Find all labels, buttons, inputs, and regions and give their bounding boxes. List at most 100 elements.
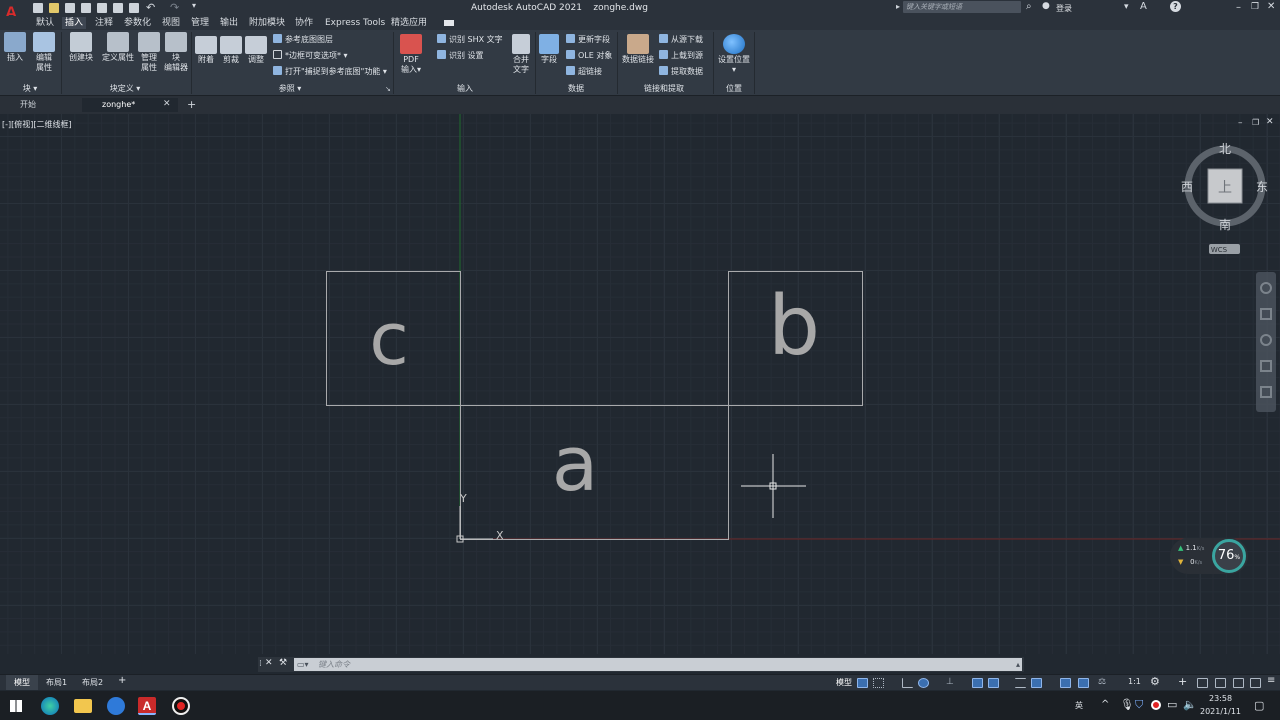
user-icon[interactable]: ●: [1042, 1, 1050, 11]
letter-c[interactable]: c: [369, 297, 409, 381]
viewcube-top-label[interactable]: 上: [1218, 180, 1232, 196]
tab-manage[interactable]: 管理: [191, 17, 209, 29]
search-icon[interactable]: ⌕: [1026, 1, 1032, 12]
recent-commands-icon[interactable]: ▭▾: [297, 658, 309, 671]
underlay-layers-button[interactable]: 参考底图图层: [273, 34, 333, 46]
combine-text-button[interactable]: 合并 文字: [509, 34, 533, 75]
navigation-bar[interactable]: [1256, 272, 1276, 412]
viewcube-north[interactable]: 北: [1219, 142, 1231, 156]
reference-group-label[interactable]: 参照 ▾: [270, 83, 310, 95]
ortho-toggle-icon[interactable]: [902, 678, 913, 688]
object-snap-icon[interactable]: [988, 678, 999, 688]
annotation-visibility-icon[interactable]: [1078, 678, 1089, 688]
lineweight-icon[interactable]: [1015, 678, 1026, 688]
clock-date[interactable]: 2021/1/11: [1200, 707, 1241, 716]
pan-icon[interactable]: [1260, 308, 1272, 320]
network-icon[interactable]: ▭: [1167, 698, 1177, 711]
tab-featured-apps[interactable]: 精选应用: [391, 17, 427, 29]
reference-dialog-launcher-icon[interactable]: ↘: [385, 85, 391, 93]
ole-object-button[interactable]: OLE 对象: [566, 50, 612, 62]
tab-output[interactable]: 输出: [220, 17, 238, 29]
tab-express-tools[interactable]: Express Tools: [325, 17, 385, 29]
define-attributes-button[interactable]: 定义属性: [101, 32, 135, 63]
polar-toggle-icon[interactable]: [918, 678, 929, 688]
workspace-gear-icon[interactable]: ⚙: [1150, 675, 1160, 688]
command-grip-icon[interactable]: ⁞: [259, 659, 262, 669]
volume-icon[interactable]: 🔈: [1183, 698, 1197, 711]
save-icon[interactable]: [65, 3, 75, 13]
undo-icon[interactable]: ↶: [146, 1, 155, 14]
open-web-icon[interactable]: [97, 3, 107, 13]
transparency-icon[interactable]: [1031, 678, 1042, 688]
help-icon[interactable]: ?: [1170, 1, 1181, 12]
edge-browser-icon[interactable]: [41, 697, 59, 715]
ribbon-toggle-icon[interactable]: [444, 20, 454, 26]
recorder-app-icon[interactable]: [172, 697, 190, 715]
tab-collaborate[interactable]: 协作: [295, 17, 313, 29]
file-explorer-icon[interactable]: [74, 699, 92, 713]
pdf-import-button[interactable]: PDF 输入▾: [399, 34, 423, 75]
close-window-icon[interactable]: ✕: [1267, 1, 1275, 12]
isodraft-toggle-icon[interactable]: ⊥: [946, 678, 957, 688]
tab-annotate[interactable]: 注释: [95, 17, 113, 29]
tab-view[interactable]: 视图: [162, 17, 180, 29]
new-file-icon[interactable]: [33, 3, 43, 13]
ime-language-indicator[interactable]: 英: [1075, 700, 1083, 711]
model-space-button[interactable]: 模型: [836, 677, 852, 688]
close-tab-icon[interactable]: ✕: [163, 99, 171, 109]
new-tab-icon[interactable]: +: [187, 98, 196, 111]
save-web-icon[interactable]: [113, 3, 123, 13]
command-history-icon[interactable]: ▴: [1016, 658, 1020, 671]
print-icon[interactable]: [129, 3, 139, 13]
layout-tab-model[interactable]: 模型: [6, 675, 38, 690]
minimize-window-icon[interactable]: –: [1236, 2, 1241, 13]
letter-a[interactable]: a: [552, 419, 599, 508]
auto-scale-icon[interactable]: ⚖: [1098, 678, 1109, 688]
update-fields-button[interactable]: 更新字段: [566, 34, 610, 46]
orbit-icon[interactable]: [1260, 360, 1272, 372]
create-block-button[interactable]: 创建块: [67, 32, 95, 63]
redo-icon[interactable]: ↷: [170, 1, 179, 14]
search-input[interactable]: 键入关键字或短语: [903, 1, 1021, 13]
viewcube[interactable]: 上 北 南 东 西 WCS: [1181, 142, 1268, 254]
data-link-button[interactable]: 数据链接: [621, 34, 655, 65]
units-icon[interactable]: [1197, 678, 1208, 688]
new-layout-icon[interactable]: +: [118, 675, 126, 686]
login-link[interactable]: 登录: [1056, 3, 1072, 14]
memory-gauge[interactable]: 76%: [1212, 539, 1246, 573]
command-input[interactable]: ▭▾ 键入命令 ▴: [294, 658, 1022, 671]
viewcube-east[interactable]: 东: [1256, 180, 1268, 194]
isolate-objects-icon[interactable]: [1215, 678, 1226, 688]
annotation-monitor-icon[interactable]: +: [1178, 675, 1187, 688]
block-definition-group-label[interactable]: 块定义 ▾: [100, 83, 150, 95]
clean-screen-icon[interactable]: [1250, 678, 1261, 688]
microphone-icon[interactable]: 🎙: [1120, 698, 1134, 711]
object-snap-tracking-icon[interactable]: [972, 678, 983, 688]
show-hidden-icons-icon[interactable]: ^: [1101, 699, 1109, 710]
layout-tab-1[interactable]: 布局1: [46, 675, 67, 690]
block-editor-button[interactable]: 块 编辑器: [163, 32, 189, 73]
field-button[interactable]: 字段: [538, 34, 560, 65]
extract-data-button[interactable]: 提取数据: [659, 66, 703, 78]
restore-window-icon[interactable]: ❐: [1251, 2, 1259, 12]
snap-toggle-icon[interactable]: [873, 678, 884, 688]
grid-toggle-icon[interactable]: [857, 678, 868, 688]
hardware-acceleration-icon[interactable]: [1233, 678, 1244, 688]
wcs-menu[interactable]: WCS: [1211, 246, 1228, 254]
customize-wrench-icon[interactable]: ⚒: [279, 658, 287, 668]
recognize-settings-button[interactable]: 识别 设置: [437, 50, 484, 62]
notification-center-icon[interactable]: ▢: [1254, 699, 1264, 712]
clock-time[interactable]: 23:58: [1209, 694, 1232, 703]
record-indicator-icon[interactable]: [1151, 700, 1161, 710]
recognize-shx-button[interactable]: 识别 SHX 文字: [437, 34, 503, 46]
windows-start-icon[interactable]: [10, 700, 22, 712]
set-location-button[interactable]: 设置位置 ▾: [716, 34, 752, 75]
save-as-icon[interactable]: [81, 3, 91, 13]
adjust-button[interactable]: 调整: [245, 36, 267, 65]
shield-icon[interactable]: ⛉: [1135, 698, 1143, 712]
customization-menu-icon[interactable]: ≡: [1267, 675, 1275, 686]
cart-icon[interactable]: ▾: [1124, 2, 1129, 12]
showmotion-icon[interactable]: [1260, 386, 1272, 398]
upload-source-button[interactable]: 上载到源: [659, 50, 703, 62]
layout-tab-2[interactable]: 布局2: [82, 675, 103, 690]
